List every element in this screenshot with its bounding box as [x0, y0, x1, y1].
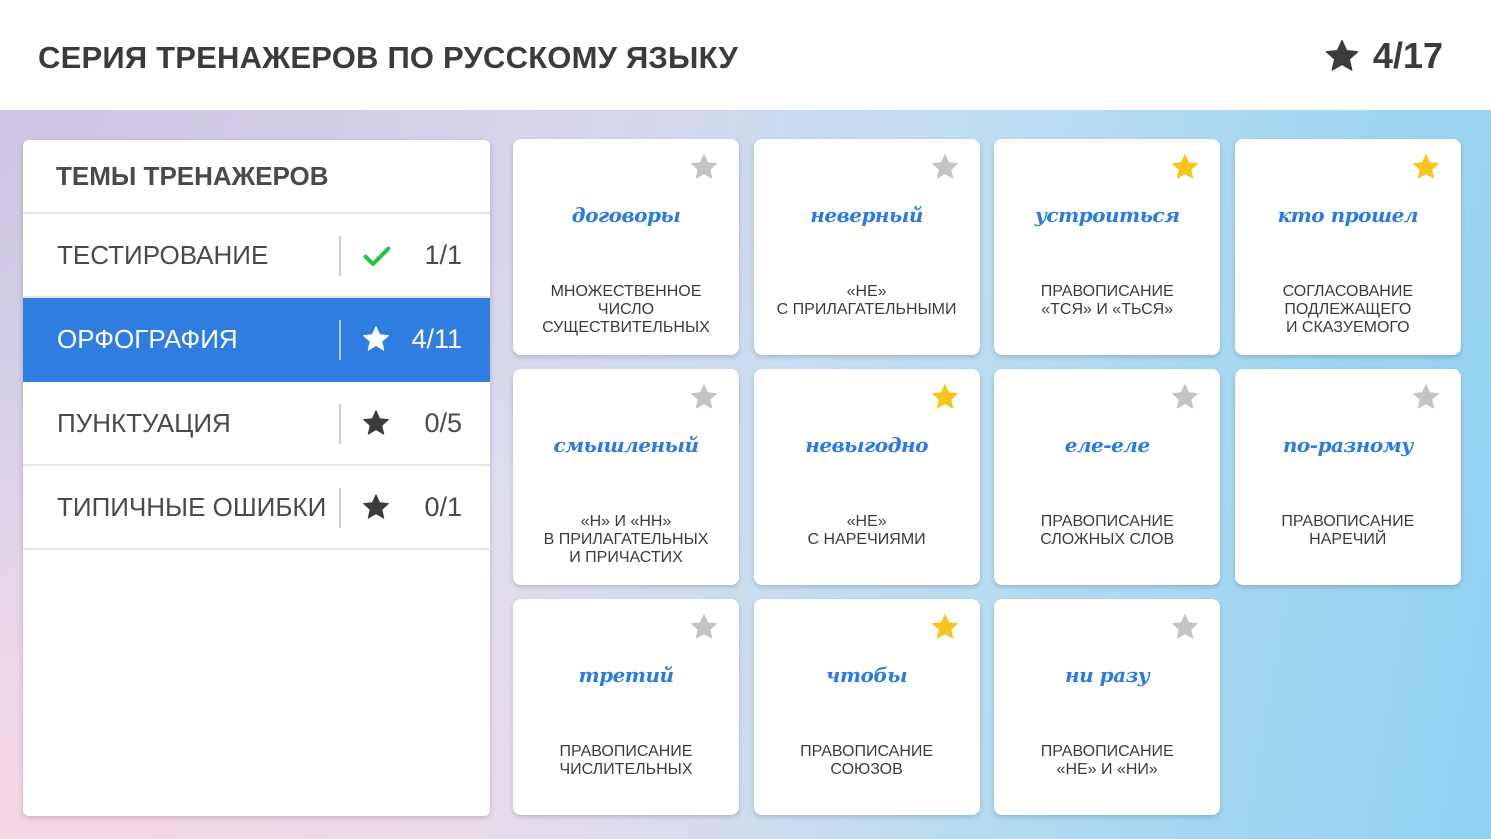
star-icon	[1170, 382, 1200, 412]
card-description: МНОЖЕСТВЕННОЕ ЧИСЛО СУЩЕСТВИТЕЛЬНЫХ	[542, 283, 710, 336]
total-score: 4/17	[1323, 34, 1443, 78]
card-description: «НЕ» С НАРЕЧИЯМИ	[807, 513, 926, 548]
card-description: ПРАВОПИСАНИЕ «ТСЯ» И «ТЬСЯ»	[1040, 283, 1174, 318]
star-icon	[930, 152, 960, 182]
star-icon	[930, 382, 960, 412]
sidebar-item-0[interactable]: ТЕСТИРОВАНИЕ 1/1	[23, 214, 490, 298]
topics-sidebar: ТЕМЫ ТРЕНАЖЕРОВ ТЕСТИРОВАНИЕ 1/1 ОРФОГРАФИ…	[23, 140, 490, 816]
divider	[339, 488, 341, 528]
star-icon	[361, 324, 393, 356]
star-icon	[361, 492, 393, 524]
score-value: 4/17	[1372, 35, 1443, 76]
star-icon	[1323, 37, 1361, 75]
card-description: ПРАВОПИСАНИЕ ЧИСЛИТЕЛЬНЫХ	[559, 743, 693, 778]
trainer-card[interactable]: по-разному ПРАВОПИСАНИЕ НАРЕЧИЙ	[1234, 369, 1461, 585]
trainer-card[interactable]: чтобы ПРАВОПИСАНИЕ СОЮЗОВ	[753, 599, 980, 815]
sidebar-item-label: ТЕСТИРОВАНИЕ	[57, 239, 269, 270]
card-description: СОГЛАСОВАНИЕ ПОДЛЕЖАЩЕГО И СКАЗУЕМОГО	[1282, 283, 1413, 336]
card-word: смышленый	[553, 433, 699, 457]
trainer-card[interactable]: смышленый «Н» И «НН» В ПРИЛАГАТЕЛЬНЫХ И П…	[513, 369, 739, 585]
star-icon	[1170, 152, 1200, 182]
star-icon	[1411, 382, 1441, 412]
trainer-card[interactable]: третий ПРАВОПИСАНИЕ ЧИСЛИТЕЛЬНЫХ	[513, 599, 739, 815]
divider	[339, 236, 341, 276]
check-icon	[361, 240, 393, 272]
divider	[339, 404, 341, 444]
card-description: «Н» И «НН» В ПРИЛАГАТЕЛЬНЫХ И ПРИЧАСТИХ	[543, 513, 709, 566]
star-icon	[689, 382, 719, 412]
card-word: по-разному	[1282, 433, 1413, 457]
app-title: СЕРИЯ ТРЕНАЖЕРОВ ПО РУССКОМУ ЯЗЫКУ	[38, 40, 738, 75]
sidebar-item-label: ПУНКТУАЦИЯ	[57, 407, 231, 438]
header: СЕРИЯ ТРЕНАЖЕРОВ ПО РУССКОМУ ЯЗЫКУ 4/17	[0, 0, 1491, 110]
card-word: невыгодно	[805, 433, 928, 457]
sidebar-item-count: 0/1	[424, 491, 462, 522]
card-word: устроиться	[1034, 203, 1180, 227]
trainer-card[interactable]: ни разу ПРАВОПИСАНИЕ «НЕ» И «НИ»	[994, 599, 1221, 815]
star-icon	[1170, 612, 1200, 642]
sidebar-title: ТЕМЫ ТРЕНАЖЕРОВ	[23, 140, 490, 214]
trainer-card[interactable]: невыгодно «НЕ» С НАРЕЧИЯМИ	[753, 369, 980, 585]
star-icon	[930, 612, 960, 642]
card-description: ПРАВОПИСАНИЕ СОЮЗОВ	[800, 743, 934, 778]
sidebar-item-2[interactable]: ПУНКТУАЦИЯ 0/5	[23, 382, 490, 466]
star-icon	[689, 152, 719, 182]
card-word: чтобы	[826, 663, 908, 687]
star-icon	[361, 408, 393, 440]
trainer-card[interactable]: кто прошел СОГЛАСОВАНИЕ ПОДЛЕЖАЩЕГО И СКА…	[1234, 139, 1461, 355]
sidebar-item-label: ТИПИЧНЫЕ ОШИБКИ	[57, 491, 327, 522]
card-description: ПРАВОПИСАНИЕ «НЕ» И «НИ»	[1040, 743, 1174, 778]
card-description: «НЕ» С ПРИЛАГАТЕЛЬНЫМИ	[776, 283, 957, 318]
sidebar-item-count: 0/5	[424, 407, 462, 438]
sidebar-item-label: ОРФОГРАФИЯ	[57, 323, 238, 354]
sidebar-item-count: 1/1	[424, 239, 462, 270]
trainer-card[interactable]: договоры МНОЖЕСТВЕННОЕ ЧИСЛО СУЩЕСТВИТЕЛЬ…	[513, 139, 739, 355]
trainer-card[interactable]: неверный «НЕ» С ПРИЛАГАТЕЛЬНЫМИ	[753, 139, 980, 355]
trainer-card[interactable]: еле-еле ПРАВОПИСАНИЕ СЛОЖНЫХ СЛОВ	[994, 369, 1221, 585]
star-icon	[1411, 152, 1441, 182]
card-word: договоры	[571, 203, 681, 227]
card-word: еле-еле	[1064, 433, 1150, 457]
card-word: третий	[578, 663, 674, 687]
card-description: ПРАВОПИСАНИЕ НАРЕЧИЙ	[1281, 513, 1415, 548]
card-word: ни разу	[1065, 663, 1150, 687]
sidebar-item-count: 4/11	[411, 323, 462, 354]
card-word: неверный	[810, 203, 923, 227]
card-description: ПРАВОПИСАНИЕ СЛОЖНЫХ СЛОВ	[1040, 513, 1175, 548]
divider	[339, 320, 341, 360]
card-word: кто прошел	[1277, 203, 1419, 227]
star-icon	[689, 612, 719, 642]
sidebar-item-3[interactable]: ТИПИЧНЫЕ ОШИБКИ 0/1	[23, 466, 490, 550]
sidebar-item-1[interactable]: ОРФОГРАФИЯ 4/11	[23, 298, 490, 382]
trainer-card[interactable]: устроиться ПРАВОПИСАНИЕ «ТСЯ» И «ТЬСЯ»	[994, 139, 1221, 355]
